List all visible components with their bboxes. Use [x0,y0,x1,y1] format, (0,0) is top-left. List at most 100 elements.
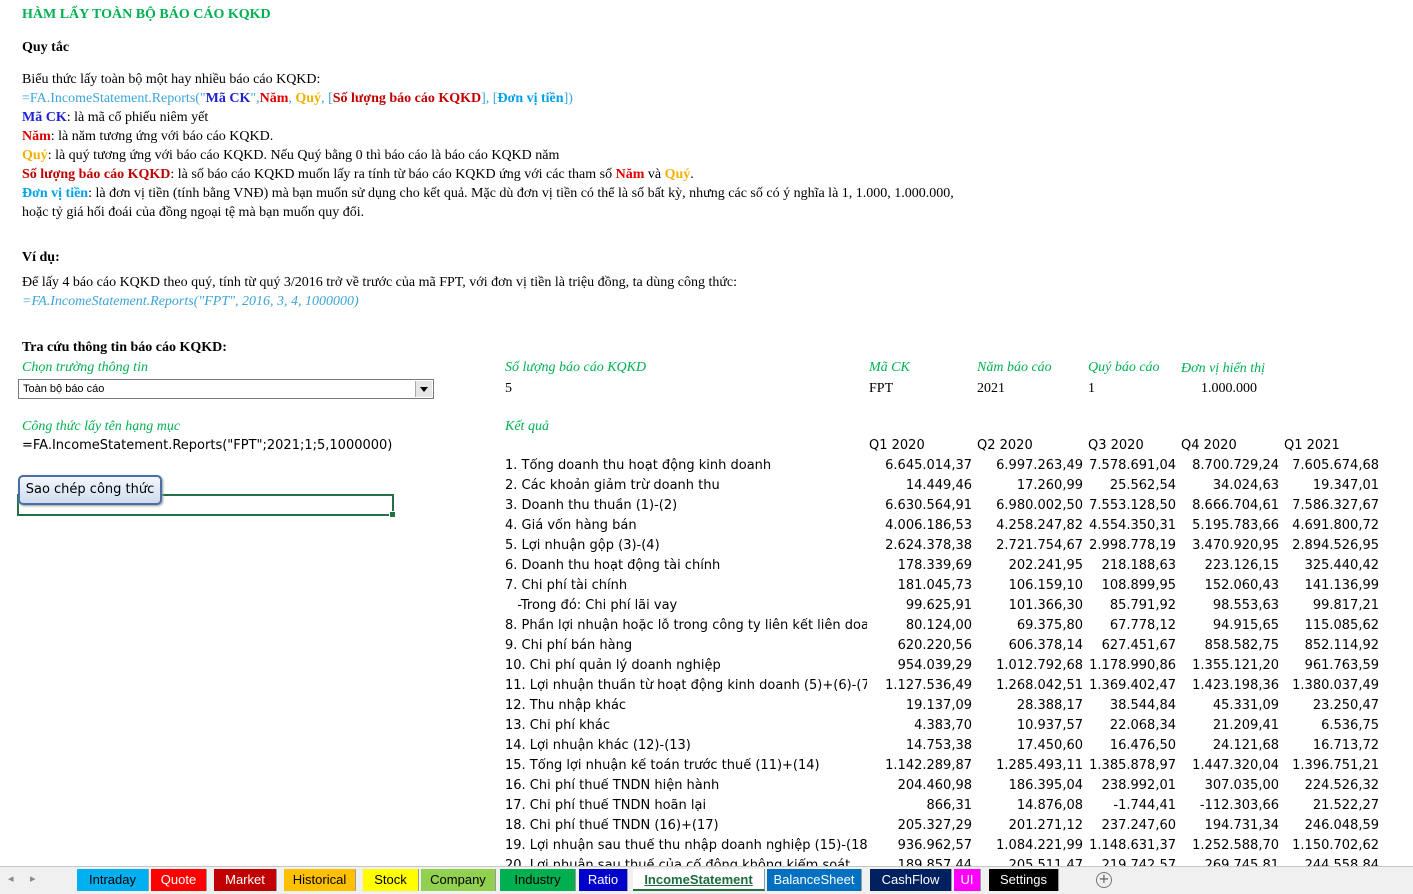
sheet-tab-cashflow[interactable]: CashFlow [870,869,952,891]
row-value: 5.195.783,66 [1192,518,1279,533]
table-row: 1. Tổng doanh thu hoạt động kinh doanh 6.… [505,458,1385,478]
def-label: Quý [22,148,48,163]
row-value: 4.258.247,82 [996,518,1083,533]
field-label: Chọn trường thông tin [22,360,148,375]
syntax-part: =FA.IncomeStatement.Reports(" [22,91,206,106]
row-value: 19.137,09 [905,698,972,713]
table-row: 17. Chi phí thuế TNDN hoãn lại 866,31 14.8… [505,798,1385,818]
row-value: 2.721.754,67 [996,538,1083,553]
count-value[interactable]: 5 [505,381,512,397]
sheet-tab-industry[interactable]: Industry [500,869,576,891]
table-row: 5. Lợi nhuận gộp (3)-(4) 2.624.378,38 2.72… [505,538,1385,558]
field-select[interactable]: Toàn bộ báo cáo [18,379,434,399]
row-label: 10. Chi phí quản lý doanh nghiệp [505,658,721,673]
row-value: 25.562,54 [1109,478,1176,493]
chevron-down-icon[interactable] [415,381,432,397]
sheet-tab-historical[interactable]: Historical [284,869,356,891]
row-value: 223.126,15 [1204,558,1279,573]
scroll-right-icon[interactable]: ▸ [30,872,36,885]
row-value: 8.666.704,61 [1192,498,1279,513]
def-quy: Quý: là quý tương ứng với báo cáo KQKD. … [22,148,559,164]
column-header: Q3 2020 [1088,438,1144,453]
row-label: 1. Tổng doanh thu hoạt động kinh doanh [505,458,772,473]
scroll-left-icon[interactable]: ◂ [8,872,14,885]
row-label: 5. Lợi nhuận gộp (3)-(4) [505,538,660,553]
page-title: HÀM LẤY TOÀN BỘ BÁO CÁO KQKD [22,7,271,22]
row-label: 13. Chi phí khác [505,718,610,733]
year-value[interactable]: 2021 [977,381,1005,397]
table-row: 8. Phần lợi nhuận hoặc lỗ trong công ty … [505,618,1385,638]
ck-value[interactable]: FPT [869,381,893,397]
formula-label: Công thức lấy tên hạng mục [22,419,181,434]
syntax-so-luong: Số lượng báo cáo KQKD [332,91,482,106]
sheet-tab-intraday[interactable]: Intraday [77,869,149,891]
def-don-vi: Đơn vị tiền: là đơn vị tiền (tính bằng V… [22,186,954,202]
row-label: 14. Lợi nhuận khác (12)-(13) [505,738,691,753]
column-header: Q1 2020 [869,438,925,453]
def-text: . [690,167,694,182]
row-value: 606.378,14 [1008,638,1083,653]
row-value: 246.048,59 [1304,818,1379,833]
sheet-tab-ratio[interactable]: Ratio [579,869,628,891]
row-value: 954.039,29 [897,658,972,673]
add-sheet-icon[interactable]: + [1096,872,1112,888]
def-text: : là năm tương ứng với báo cáo KQKD. [50,129,274,144]
sheet-tab-quote[interactable]: Quote [151,869,207,891]
row-value: 69.375,80 [1016,618,1083,633]
row-value: -1.744,41 [1113,798,1176,813]
copy-formula-button[interactable]: Sao chép công thức [18,475,162,505]
table-row: 19. Lợi nhuận sau thuế thu nhập doanh ng… [505,838,1385,858]
row-value: 115.085,62 [1304,618,1379,633]
example-heading: Ví dụ: [22,250,60,265]
row-value: 325.440,42 [1304,558,1379,573]
row-value: 4.006.186,53 [885,518,972,533]
table-row: 15. Tổng lợi nhuận kế toán trước thuế (1… [505,758,1385,778]
sheet-tab-balancesheet[interactable]: BalanceSheet [767,869,862,891]
def-text: : là số báo cáo KQKD muốn lấy ra tính từ… [170,167,616,182]
sheet-tab-bar: ◂ ▸ Intraday Quote Market Historical Stock Co… [0,866,1413,894]
row-value: 10.937,57 [1016,718,1083,733]
table-row: -Trong đó: Chi phí lãi vay 99.625,91 101.3… [505,598,1385,618]
row-value: 101.366,30 [1008,598,1083,613]
row-value: 14.753,38 [905,738,972,753]
sheet-tab-ui[interactable]: UI [954,869,981,891]
sheet-tab-settings[interactable]: Settings [989,869,1059,891]
def-quy-ref: Quý [664,167,691,182]
row-value: 620.220,56 [897,638,972,653]
def-text: và [644,167,665,182]
row-label: 17. Chi phí thuế TNDN hoãn lại [505,798,707,813]
table-row: 2. Các khoản giảm trừ doanh thu 14.449,46… [505,478,1385,498]
row-label: 7. Chi phí tài chính [505,578,628,593]
row-label: 6. Doanh thu hoạt động tài chính [505,558,721,573]
row-value: 1.150.702,62 [1292,838,1379,853]
row-value: 1.396.751,21 [1292,758,1379,773]
quarter-value[interactable]: 1 [1088,381,1095,397]
row-value: 94.915,65 [1212,618,1279,633]
row-value: 1.447.320,04 [1192,758,1279,773]
row-value: 202.241,95 [1008,558,1083,573]
row-value: 178.339,69 [897,558,972,573]
syntax-ma-ck: Mã CK [205,91,251,106]
row-value: 224.526,32 [1304,778,1379,793]
table-row: 10. Chi phí quản lý doanh nghiệp 954.039,… [505,658,1385,678]
sheet-tab-market[interactable]: Market [214,869,277,891]
row-value: 7.586.327,67 [1292,498,1379,513]
syntax-part: , [ [321,91,333,106]
row-value: 24.121,68 [1212,738,1279,753]
row-value: 181.045,73 [897,578,972,593]
unit-value[interactable]: 1.000.000 [1201,381,1257,397]
row-label: 11. Lợi nhuận thuần từ hoạt động kinh do… [505,678,867,693]
def-so-luong: Số lượng báo cáo KQKD: là số báo cáo KQK… [22,167,694,183]
formula-value[interactable]: =FA.IncomeStatement.Reports("FPT";2021;1… [22,438,392,453]
row-value: 866,31 [926,798,973,813]
row-value: 218.188,63 [1101,558,1176,573]
row-value: 1.268.042,51 [996,678,1083,693]
sheet-tab-company[interactable]: Company [421,869,496,891]
row-value: 80.124,00 [905,618,972,633]
row-value: 45.331,09 [1212,698,1279,713]
syntax-line: =FA.IncomeStatement.Reports("Mã CK",Năm,… [22,91,573,107]
sheet-tab-stock[interactable]: Stock [363,869,419,891]
def-ma-ck: Mã CK: là mã cổ phiếu niêm yết [22,110,208,126]
quarter-label: Quý báo cáo [1088,360,1160,375]
sheet-tab-incomestatement[interactable]: IncomeStatement [633,869,765,891]
